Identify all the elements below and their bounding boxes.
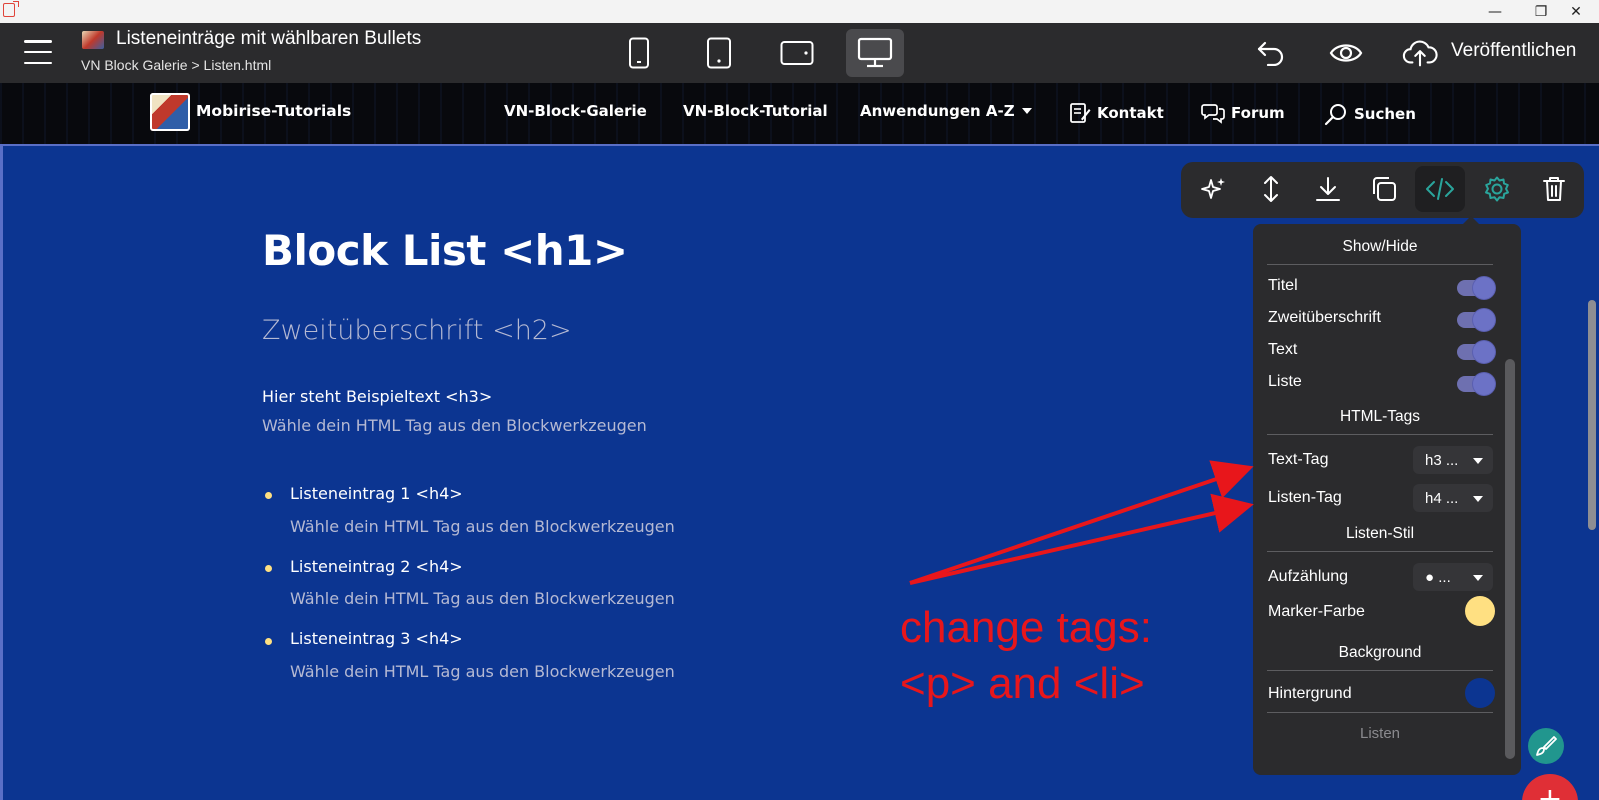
style-editor-button[interactable] bbox=[1528, 728, 1564, 764]
paint-brush-icon bbox=[1536, 736, 1557, 756]
annotation-line-2: <p> and <li> bbox=[900, 659, 1145, 708]
window-scrollbar[interactable] bbox=[1588, 300, 1596, 530]
annotation-text: change tags: <p> and <li> bbox=[900, 600, 1152, 712]
annotation-arrows bbox=[909, 460, 1254, 585]
annotation-line-1: change tags: bbox=[900, 603, 1152, 652]
